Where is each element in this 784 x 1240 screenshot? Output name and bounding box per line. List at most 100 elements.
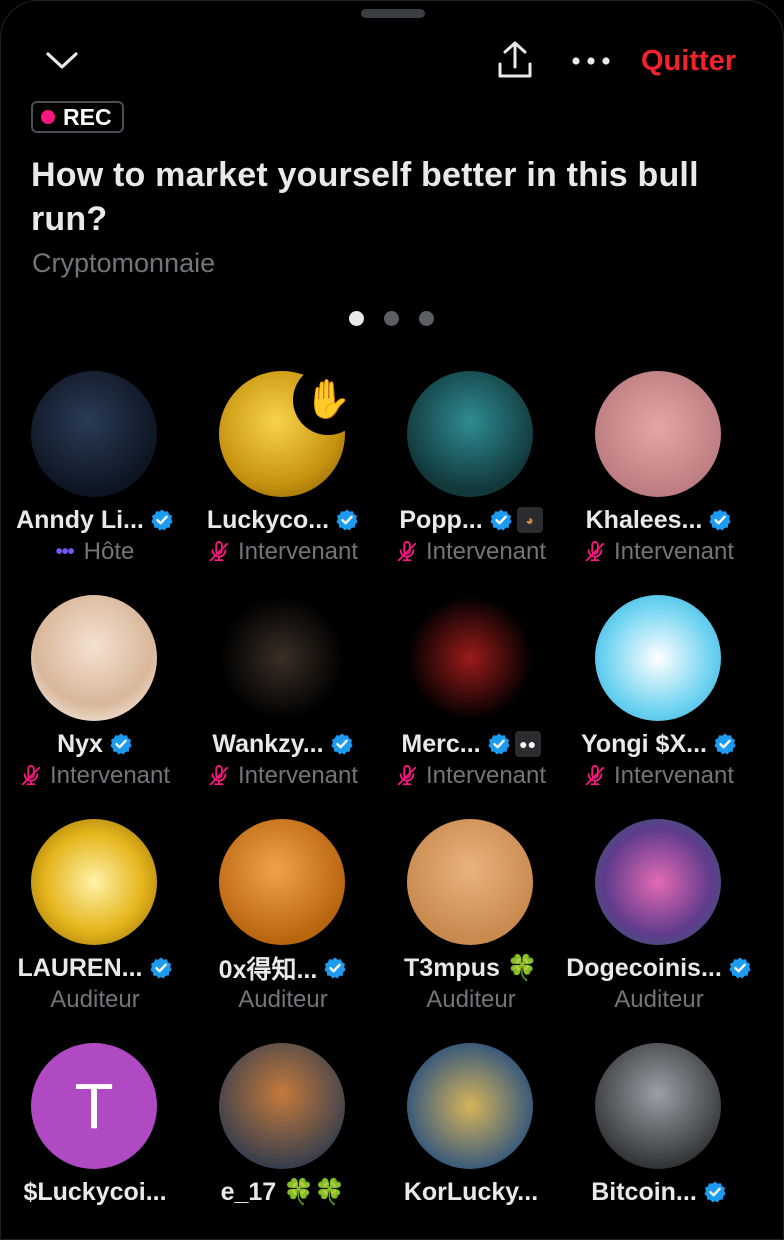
mic-muted-icon: [397, 541, 417, 562]
participant-card[interactable]: LAUREN... Auditeur: [1, 817, 189, 1041]
space-title: How to market yourself better in this bu…: [31, 156, 699, 238]
participant-name: LAUREN...: [17, 953, 143, 982]
participant-role-row: Intervenant: [189, 759, 377, 793]
verified-badge-icon: [714, 733, 736, 755]
more-icon: [572, 57, 610, 65]
participant-card[interactable]: e_17 🍀🍀: [189, 1041, 377, 1239]
host-indicator-icon: •••: [55, 540, 75, 563]
avatar[interactable]: [31, 371, 157, 497]
participant-name-row: $Luckycoi...: [1, 1173, 189, 1211]
participant-card[interactable]: ✋ Luckyco... Intervenant: [189, 365, 377, 593]
avatar[interactable]: [595, 371, 721, 497]
eyes-badge-icon: ●●: [514, 731, 541, 757]
participant-name-row: Anndy Li...: [1, 501, 189, 539]
participant-role: Auditeur: [238, 986, 328, 1013]
avatar[interactable]: [595, 595, 721, 721]
share-button[interactable]: [489, 35, 541, 85]
participant-name-row: Yongi $X...: [565, 725, 753, 763]
avatar[interactable]: [219, 1043, 345, 1169]
verified-badge-icon: [324, 957, 346, 979]
participant-role: Hôte: [83, 538, 135, 565]
participant-name-row: Wankzy...: [189, 725, 377, 763]
participant-card[interactable]: Dogecoinis... Auditeur: [565, 817, 753, 1041]
participant-role-row: Intervenant: [189, 535, 377, 569]
more-button[interactable]: [563, 39, 619, 83]
participant-name: Nyx: [57, 729, 103, 758]
participant-name: Merc...: [401, 729, 481, 758]
avatar[interactable]: T: [31, 1043, 157, 1169]
participant-card[interactable]: Popp... ◕ Intervenant: [377, 369, 565, 593]
avatar[interactable]: [219, 595, 345, 721]
participant-name-row: Luckyco...: [189, 501, 377, 539]
participant-card[interactable]: Yongi $X... Intervenant: [565, 593, 753, 817]
participant-name: KorLucky...: [403, 1177, 539, 1206]
participant-role-row: ••• Hôte: [1, 535, 189, 569]
page-dot[interactable]: [419, 311, 434, 326]
avatar[interactable]: [407, 595, 533, 721]
participant-role-row: Auditeur: [377, 983, 565, 1017]
participant-role: Intervenant: [425, 762, 547, 789]
avatar[interactable]: [31, 595, 157, 721]
recording-badge: REC: [31, 101, 124, 133]
participant-name-row: T3mpus 🍀: [377, 949, 565, 987]
share-icon: [498, 41, 532, 78]
participant-card[interactable]: T $Luckycoi...: [1, 1041, 189, 1239]
participant-card[interactable]: Nyx Intervenant: [1, 593, 189, 817]
participant-name: 0x得知...: [218, 956, 318, 984]
top-bar: Quitter: [1, 31, 783, 91]
participant-name-row: e_17 🍀🍀: [189, 1173, 377, 1211]
participant-card[interactable]: Khalees... Intervenant: [565, 369, 753, 593]
participant-name: Luckyco...: [206, 505, 330, 534]
participant-name-row: Merc... ●●: [377, 725, 565, 763]
participant-role: Intervenant: [613, 762, 735, 789]
verified-badge-icon: [330, 733, 353, 755]
participant-name-row: Bitcoin...: [565, 1173, 753, 1211]
page-dot[interactable]: [349, 311, 364, 326]
participant-role: Intervenant: [613, 538, 735, 565]
participant-role-row: Intervenant: [565, 759, 753, 793]
mic-muted-icon: [585, 765, 605, 786]
participant-role: Intervenant: [237, 762, 359, 789]
minimize-button[interactable]: [37, 39, 87, 83]
participant-name: Dogecoinis...: [566, 953, 722, 982]
chevron-down-icon: [46, 52, 78, 69]
participant-role-row: Auditeur: [189, 983, 377, 1017]
verified-badge-icon: [149, 957, 172, 979]
verified-badge-icon: [336, 509, 358, 531]
participant-name-row: KorLucky...: [377, 1173, 565, 1211]
participant-card[interactable]: KorLucky...: [377, 1041, 565, 1239]
participant-card[interactable]: Bitcoin...: [565, 1041, 753, 1239]
participant-name-row: Khalees...: [565, 501, 753, 539]
mic-muted-icon: [209, 765, 229, 786]
avatar[interactable]: [407, 1043, 533, 1169]
participant-name-row: Dogecoinis...: [565, 949, 753, 987]
sheet-grabber[interactable]: [361, 9, 425, 18]
participant-name: $Luckycoi...: [23, 1177, 167, 1206]
participant-role: Intervenant: [49, 762, 171, 789]
participant-role-row: Intervenant: [1, 759, 189, 793]
participant-card[interactable]: Merc... ●● Intervenant: [377, 593, 565, 817]
space-sheet: Quitter REC How to market yourself bette…: [0, 0, 784, 1240]
page-dot[interactable]: [384, 311, 399, 326]
participant-card[interactable]: T3mpus 🍀 Auditeur: [377, 817, 565, 1041]
avatar[interactable]: [595, 819, 721, 945]
recording-dot-icon: [41, 110, 55, 124]
mic-muted-icon: [585, 541, 605, 562]
participant-card[interactable]: 0x得知... Auditeur: [189, 817, 377, 1041]
quit-button[interactable]: Quitter: [641, 41, 736, 81]
verified-badge-icon: [709, 509, 731, 531]
participant-name: T3mpus 🍀: [404, 953, 538, 982]
avatar[interactable]: [219, 819, 345, 945]
avatar[interactable]: [31, 819, 157, 945]
page-indicator[interactable]: [349, 311, 434, 326]
verified-badge-icon: [487, 733, 510, 755]
participant-role-row: Auditeur: [565, 983, 753, 1017]
participant-card[interactable]: Anndy Li... ••• Hôte: [1, 369, 189, 593]
avatar[interactable]: [407, 371, 533, 497]
participant-card[interactable]: Wankzy... Intervenant: [189, 593, 377, 817]
avatar[interactable]: [407, 819, 533, 945]
participant-name-row: LAUREN...: [1, 949, 189, 987]
verified-badge-icon: [704, 1181, 726, 1203]
avatar[interactable]: [595, 1043, 721, 1169]
participant-name: Yongi $X...: [581, 729, 707, 758]
